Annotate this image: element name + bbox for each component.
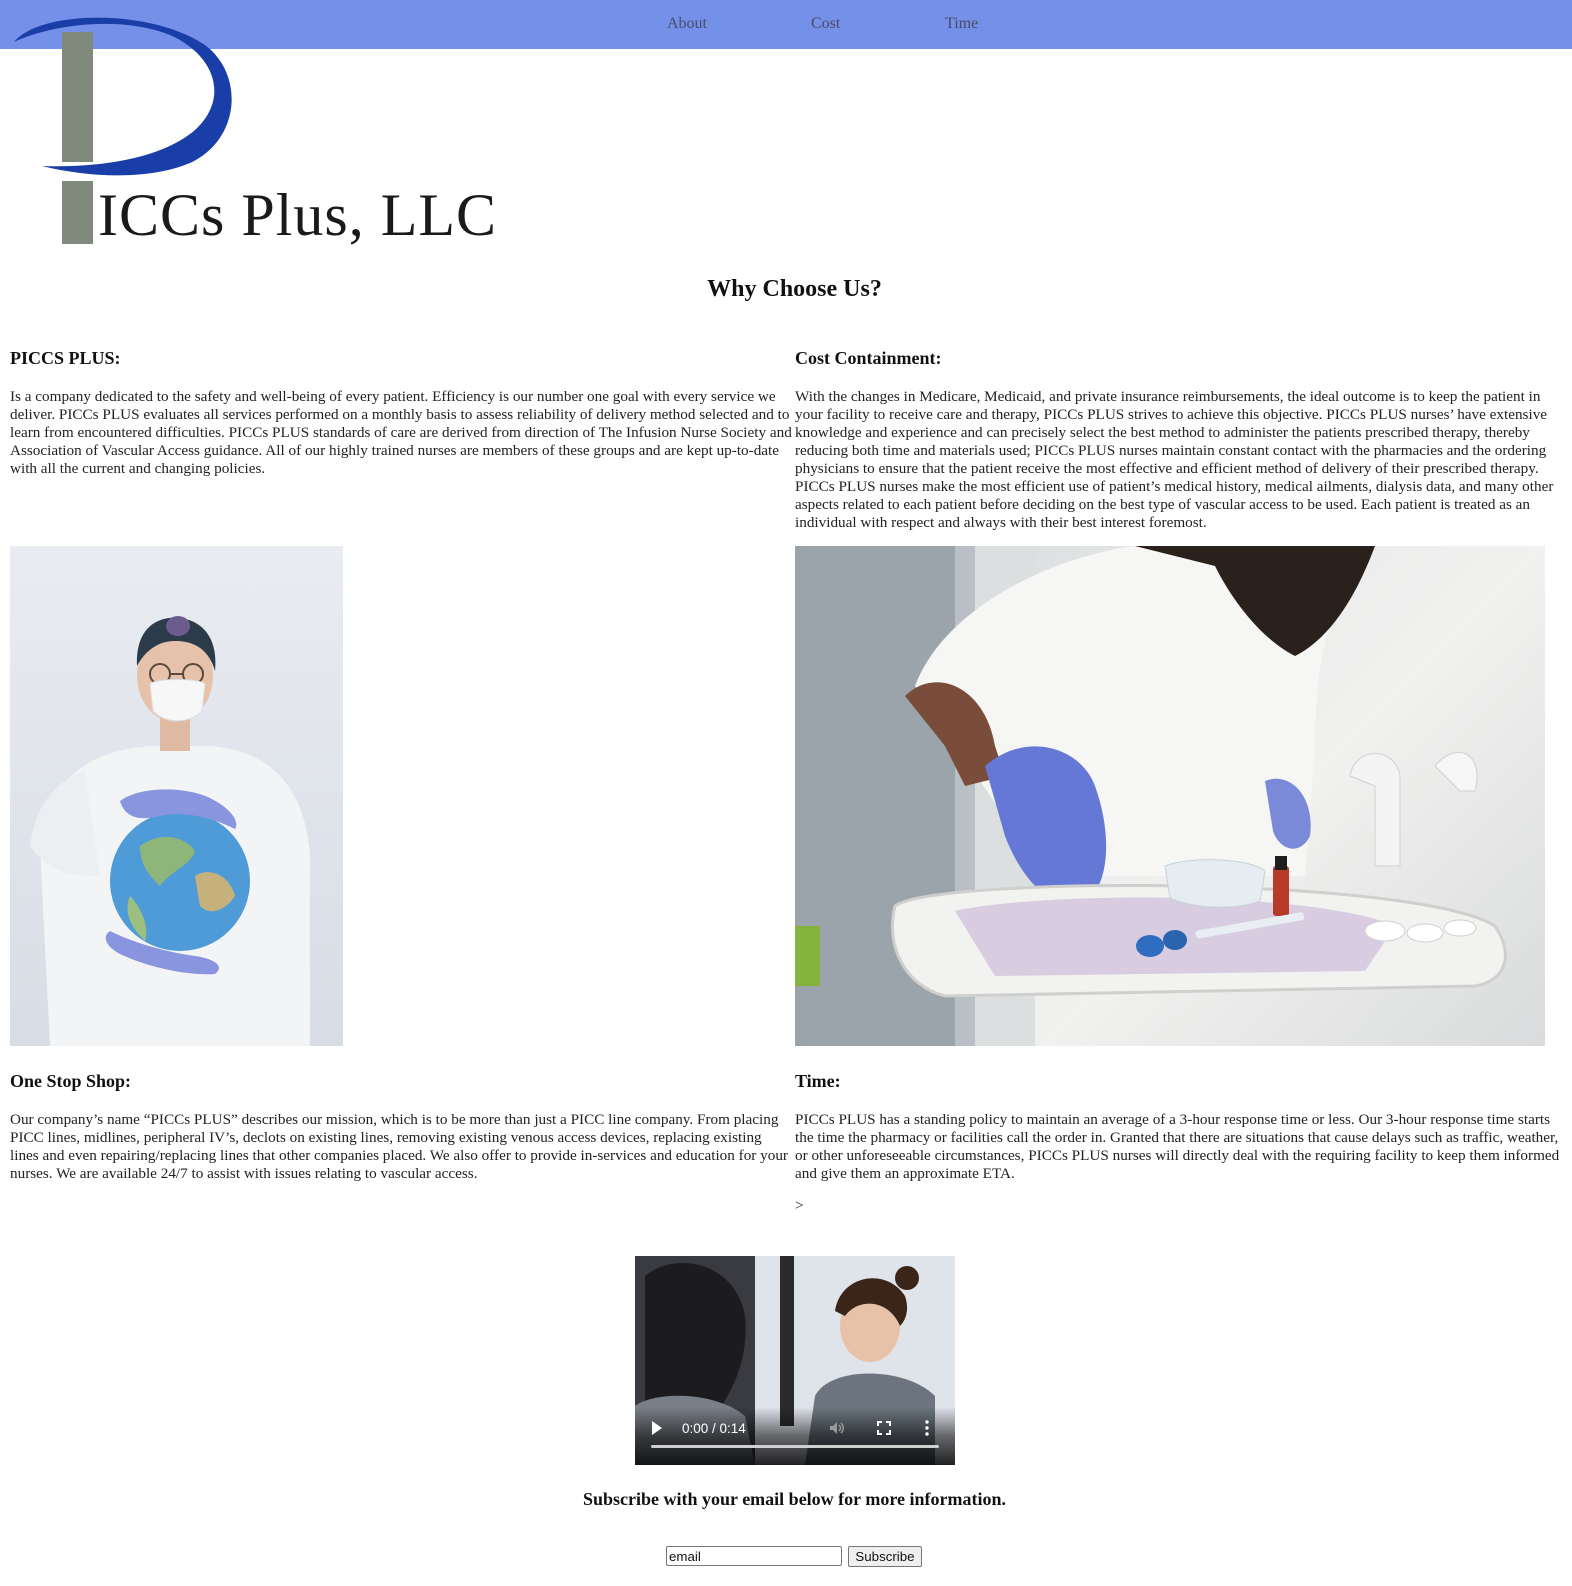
company-logo: ICCs Plus, LLC: [0, 0, 540, 260]
section-title-piccs-plus: PICCS PLUS:: [10, 348, 121, 368]
video-player[interactable]: 0:00 / 0:14: [635, 1256, 955, 1465]
video-time-display: 0:00 / 0:14: [682, 1421, 746, 1436]
volume-icon[interactable]: [829, 1420, 845, 1436]
fullscreen-icon[interactable]: [876, 1420, 892, 1436]
subscribe-button[interactable]: Subscribe: [848, 1546, 922, 1567]
section-title-one-stop-shop: One Stop Shop:: [10, 1071, 132, 1091]
logo-bar-top: [62, 32, 93, 162]
logo-bar-bottom: [62, 181, 93, 244]
section-body-one-stop-shop: Our company’s name “PICCs PLUS” describe…: [10, 1111, 788, 1182]
stray-text: >: [795, 1197, 804, 1214]
section-title-time: Time:: [795, 1071, 841, 1091]
nurse-with-globe-photo: [10, 546, 343, 1046]
nav-link-about[interactable]: About: [667, 15, 707, 33]
nurse-globe-illustration: [30, 616, 310, 1046]
email-input[interactable]: [666, 1546, 842, 1566]
more-options-icon[interactable]: [925, 1420, 929, 1436]
subscribe-heading: Subscribe with your email below for more…: [583, 1489, 1006, 1509]
section-body-piccs-plus: Is a company dedicated to the safety and…: [10, 388, 792, 477]
section-body-time: PICCs PLUS has a standing policy to main…: [795, 1111, 1560, 1182]
nurse-instrument-tray-photo: [795, 546, 1545, 1046]
video-progress-track[interactable]: [651, 1445, 939, 1448]
logo-wordmark: ICCs Plus, LLC: [98, 182, 498, 248]
video-controls: 0:00 / 0:14: [635, 1407, 955, 1465]
section-body-cost-containment: With the changes in Medicare, Medicaid, …: [795, 388, 1554, 531]
tray-illustration: [795, 546, 1507, 1046]
play-icon[interactable]: [652, 1421, 662, 1435]
logo-swoosh: [14, 17, 232, 176]
nav-link-cost[interactable]: Cost: [811, 15, 840, 33]
page-title: Why Choose Us?: [707, 276, 882, 302]
nav-link-time[interactable]: Time: [945, 15, 978, 33]
section-title-cost-containment: Cost Containment:: [795, 348, 942, 368]
